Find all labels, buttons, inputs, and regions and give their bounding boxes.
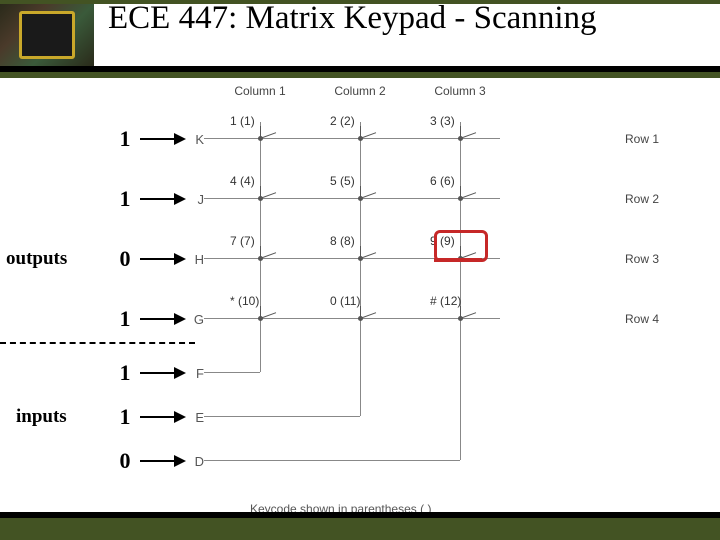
scan-wire	[204, 372, 260, 373]
key-cell: 3 (3)	[430, 114, 500, 144]
input-bit-0: 1	[115, 360, 135, 386]
row-label: Row 1	[625, 132, 680, 146]
output-bit-3: 1	[115, 306, 135, 332]
output-bit-0: 1	[115, 126, 135, 152]
chip-icon	[0, 4, 94, 66]
output-bit-2: 0	[115, 246, 135, 272]
pin-label: G	[190, 312, 204, 327]
scan-wire	[204, 416, 360, 417]
output-bit-1: 1	[115, 186, 135, 212]
input-bit-2: 0	[115, 448, 135, 474]
input-bit-1: 1	[115, 404, 135, 430]
slide-title: ECE 447: Matrix Keypad - Scanning	[108, 0, 688, 36]
slide-body: outputs inputs 1 1 0 1 1 1 0 Column 1 Co…	[0, 80, 720, 518]
divider-dashed	[0, 342, 195, 344]
pin-label: F	[190, 366, 204, 381]
inputs-label: inputs	[16, 406, 67, 428]
key-cell: 1 (1)	[230, 114, 300, 144]
outputs-label: outputs	[6, 248, 67, 270]
key-cell: 6 (6)	[430, 174, 500, 204]
key-cell: 5 (5)	[330, 174, 400, 204]
arrow-icon	[140, 138, 184, 140]
arrow-icon	[140, 460, 184, 462]
col-wire	[460, 122, 461, 460]
row-label: Row 2	[625, 192, 680, 206]
column-label: Column 3	[430, 84, 490, 98]
arrow-icon	[140, 198, 184, 200]
pin-label: D	[190, 454, 204, 469]
row-label: Row 3	[625, 252, 680, 266]
key-cell: 2 (2)	[330, 114, 400, 144]
pin-label: J	[190, 192, 204, 207]
slide-header: ECE 447: Matrix Keypad - Scanning	[0, 0, 720, 80]
key-cell: 4 (4)	[230, 174, 300, 204]
highlight-underline	[434, 258, 482, 262]
pin-label: K	[190, 132, 204, 147]
scan-wire	[204, 460, 460, 461]
key-cell: 7 (7)	[230, 234, 300, 264]
arrow-icon	[140, 416, 184, 418]
arrow-icon	[140, 318, 184, 320]
keypad-diagram: Column 1 Column 2 Column 3 K J H G F E D…	[190, 84, 620, 502]
pin-label: E	[190, 410, 204, 425]
slide-footer	[0, 518, 720, 540]
header-rule-olive	[0, 72, 720, 78]
key-cell: 0 (11)	[330, 294, 400, 324]
column-label: Column 1	[230, 84, 290, 98]
col-wire	[360, 122, 361, 416]
row-label: Row 4	[625, 312, 680, 326]
key-cell: 8 (8)	[330, 234, 400, 264]
pin-label: H	[190, 252, 204, 267]
arrow-icon	[140, 372, 184, 374]
key-cell: # (12)	[430, 294, 500, 324]
key-cell: * (10)	[230, 294, 300, 324]
column-label: Column 2	[330, 84, 390, 98]
arrow-icon	[140, 258, 184, 260]
